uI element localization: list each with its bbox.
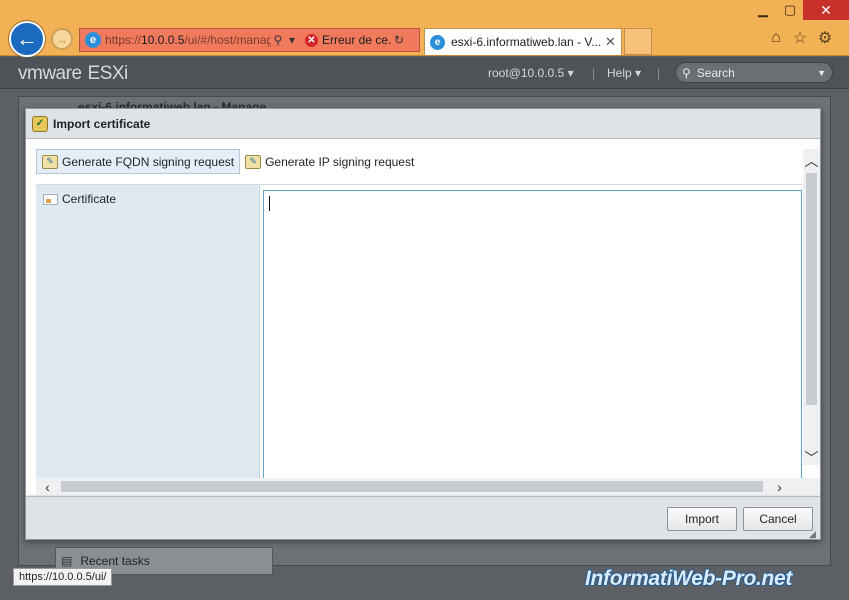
scroll-down-icon[interactable]: ﹀: [803, 449, 820, 466]
maximize-icon[interactable]: ▢: [777, 0, 803, 20]
divider: |: [592, 66, 596, 80]
generate-fqdn-label: Generate FQDN signing request: [62, 154, 235, 169]
divider: |: [657, 66, 661, 80]
scroll-up-icon[interactable]: ︿: [803, 152, 820, 169]
search-icon: ⚲: [682, 65, 691, 80]
dialog-body: ✎ Generate FQDN signing request ✎ Genera…: [26, 139, 820, 495]
chevron-down-icon[interactable]: ▾: [285, 33, 299, 47]
dialog-footer: Import Cancel ◢: [26, 496, 820, 539]
generate-ip-label: Generate IP signing request: [265, 154, 415, 169]
certificate-textarea[interactable]: [263, 190, 802, 482]
minimize-icon[interactable]: ▁: [749, 0, 777, 20]
scroll-thumb[interactable]: [806, 173, 817, 405]
favorites-star-icon[interactable]: ☆: [791, 29, 809, 47]
close-window-icon[interactable]: ✕: [803, 0, 849, 20]
browser-tab-active[interactable]: e esxi-6.informatiweb.lan - V... ✕: [424, 28, 622, 55]
back-button[interactable]: ←: [9, 21, 45, 57]
certificate-request-icon: ✎: [245, 154, 262, 169]
field-label-column: Certificate: [36, 185, 260, 482]
chevron-down-icon[interactable]: ▼: [817, 68, 826, 78]
url-protocol: https://: [105, 33, 142, 47]
search-dropdown-icon[interactable]: ⚲: [271, 33, 285, 47]
home-icon[interactable]: ⌂: [767, 29, 785, 47]
url-path: /ui/#/host/manage: [184, 33, 271, 47]
import-button[interactable]: Import: [667, 507, 737, 531]
certificate-error-icon[interactable]: ✕: [305, 33, 318, 47]
vertical-scrollbar[interactable]: ︿ ﹀: [803, 149, 820, 466]
chevron-down-icon: ▾: [635, 66, 642, 80]
address-url[interactable]: https://10.0.0.5/ui/#/host/manage: [105, 33, 271, 47]
help-label: Help: [607, 66, 632, 80]
user-menu[interactable]: root@10.0.0.5 ▾: [488, 66, 574, 80]
settings-gear-icon[interactable]: ⚙: [816, 29, 834, 47]
text-caret: [269, 196, 270, 211]
refresh-icon[interactable]: ↻: [392, 33, 406, 47]
recent-tasks-label: Recent tasks: [80, 554, 150, 568]
generate-fqdn-signing-request-button[interactable]: ✎ Generate FQDN signing request: [36, 149, 241, 174]
new-tab-button[interactable]: [624, 28, 652, 55]
close-tab-icon[interactable]: ✕: [605, 34, 616, 50]
scroll-thumb[interactable]: [61, 481, 763, 492]
ie-page-icon: e: [430, 34, 445, 50]
search-placeholder: Search: [696, 65, 735, 80]
scroll-right-icon[interactable]: ›: [771, 478, 788, 495]
certificate-field-icon: [43, 194, 58, 205]
tab-title: esxi-6.informatiweb.lan - V...: [451, 35, 601, 49]
scroll-left-icon[interactable]: ‹: [39, 478, 56, 495]
browser-chrome: ▁ ▢ ✕ ← → e https://10.0.0.5/ui/#/host/m…: [0, 0, 849, 57]
dialog-title: Import certificate: [53, 116, 151, 131]
vmware-esxi-logo: vmware ESXi: [18, 63, 128, 84]
url-host: 10.0.0.5: [141, 33, 185, 47]
ie-logo-icon: e: [85, 32, 101, 48]
import-certificate-dialog: ✓ Import certificate ✎ Generate FQDN sig…: [25, 108, 821, 540]
resize-grip-icon[interactable]: ◢: [809, 529, 816, 540]
watermark: InformatiWeb-Pro.net: [585, 567, 793, 590]
status-bar-url: https://10.0.0.5/ui/: [13, 568, 113, 586]
certificate-form: Certificate: [36, 184, 802, 482]
user-name: root@10.0.0.5: [488, 66, 565, 80]
help-menu[interactable]: Help ▾: [607, 66, 641, 80]
forward-button[interactable]: →: [51, 28, 73, 50]
arrow-left-icon: ←: [16, 26, 38, 51]
horizontal-scrollbar[interactable]: ‹ ›: [36, 478, 820, 495]
dialog-titlebar: ✓ Import certificate: [26, 109, 820, 139]
tasks-icon: ▤: [61, 554, 73, 568]
search-input[interactable]: ⚲ Search ▼: [675, 62, 833, 83]
certificate-field-label: Certificate: [62, 192, 117, 206]
certificate-error-text[interactable]: Erreur de ce...: [322, 33, 392, 47]
address-bar[interactable]: e https://10.0.0.5/ui/#/host/manage ⚲ ▾ …: [79, 28, 420, 52]
dialog-toolbar: ✎ Generate FQDN signing request ✎ Genera…: [36, 149, 419, 174]
certificate-import-icon: ✓: [32, 115, 48, 132]
arrow-right-icon: →: [55, 31, 69, 47]
cancel-button[interactable]: Cancel: [743, 507, 813, 531]
certificate-request-icon: ✎: [42, 154, 58, 169]
chevron-down-icon: ▾: [567, 66, 574, 80]
generate-ip-signing-request-button[interactable]: ✎ Generate IP signing request: [240, 149, 419, 174]
